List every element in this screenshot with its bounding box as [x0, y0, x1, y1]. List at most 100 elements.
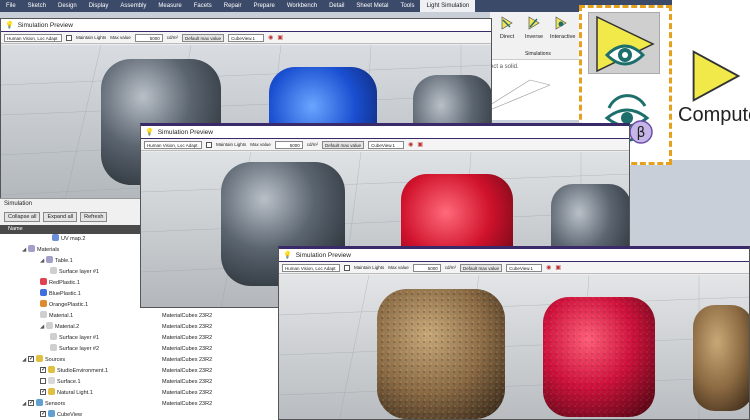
- menu-detail[interactable]: Detail: [323, 3, 350, 9]
- visibility-checkbox[interactable]: [40, 387, 46, 398]
- tree-item-label: Surface.1: [57, 379, 81, 385]
- inverse-label: Inverse: [524, 34, 544, 40]
- inverse-button[interactable]: Inverse: [523, 16, 545, 40]
- max-value-label: Max value: [110, 35, 131, 40]
- tree-item-label: Sources: [45, 357, 66, 363]
- tree-item-value: MaterialCubes 23R2: [162, 368, 213, 374]
- simulation-preview-window-3: 💡 Simulation Preview Human Vision, Loc Ad…: [278, 246, 750, 420]
- camera-icon[interactable]: ◉: [408, 141, 413, 148]
- tree-item-icon: [52, 234, 59, 242]
- tree-item-icon: [36, 355, 43, 363]
- tree-row[interactable]: ◢ Material.2 MaterialCubes 23R2: [0, 322, 280, 333]
- menu-facets[interactable]: Facets: [188, 3, 218, 9]
- tree-item-label: Surface layer #2: [59, 346, 100, 352]
- tree-item-label: UV map.2: [61, 236, 86, 242]
- tree-item-icon: [28, 245, 35, 253]
- tree-row[interactable]: Surface layer #2 MaterialCubes 23R2: [0, 344, 280, 355]
- tree-item-icon: [46, 322, 53, 330]
- menu-repair[interactable]: Repair: [218, 3, 248, 9]
- tree-item-value: MaterialCubes 23R2: [162, 335, 213, 341]
- tree-item-icon: [50, 344, 57, 352]
- default-max-button[interactable]: Default max value: [460, 263, 503, 272]
- mode-select[interactable]: Human Vision, Loc Adapt: [4, 33, 62, 42]
- max-value-input[interactable]: 5000: [134, 33, 163, 42]
- visibility-checkbox[interactable]: [40, 377, 46, 384]
- menu-assembly[interactable]: Assembly: [114, 3, 152, 9]
- tree-row[interactable]: Natural Light.1 MaterialCubes 23R2: [0, 387, 280, 399]
- inverse-simulation-icon: [528, 16, 540, 30]
- visibility-checkbox[interactable]: [40, 365, 46, 376]
- refresh-button[interactable]: Refresh: [80, 212, 108, 222]
- tree-item-value: MaterialCubes 23R2: [162, 379, 213, 385]
- view-select[interactable]: CubeView.1: [228, 33, 265, 42]
- camera-icon[interactable]: ◉: [546, 264, 551, 271]
- unit-label: cd/m²: [166, 35, 179, 40]
- save-icon[interactable]: ▣: [555, 264, 561, 271]
- save-icon[interactable]: ▣: [417, 141, 423, 148]
- max-value-input[interactable]: 5000: [274, 140, 303, 149]
- interactive-button[interactable]: Interactive: [550, 16, 575, 40]
- maintain-lights-checkbox[interactable]: [344, 264, 350, 271]
- maintain-lights-checkbox[interactable]: [66, 34, 72, 41]
- menu-sheet-metal[interactable]: Sheet Metal: [350, 3, 394, 9]
- tree-item-value: MaterialCubes 23R2: [162, 357, 213, 363]
- menu-display[interactable]: Display: [83, 3, 115, 9]
- tree-item-label: BluePlastic.1: [49, 291, 81, 297]
- view-select[interactable]: CubeView.1: [368, 140, 405, 149]
- tree-item-icon: [40, 289, 47, 297]
- default-max-button[interactable]: Default max value: [322, 140, 365, 149]
- maintain-lights-label: Maintain Lights: [76, 35, 107, 40]
- maintain-lights-checkbox[interactable]: [206, 141, 212, 148]
- camera-icon[interactable]: ◉: [268, 34, 273, 41]
- stone-cube-right: [693, 305, 749, 411]
- tree-item-icon: [48, 388, 55, 396]
- compute-triangle-icon[interactable]: [688, 48, 744, 104]
- menu-sketch[interactable]: Sketch: [22, 3, 52, 9]
- tree-row[interactable]: StudioEnvironment.1 MaterialCubes 23R2: [0, 365, 280, 377]
- mode-select[interactable]: Human Vision, Loc Adapt: [282, 263, 340, 272]
- window-title-bar[interactable]: 💡 Simulation Preview: [1, 19, 491, 32]
- tree-item-label: StudioEnvironment.1: [57, 368, 109, 374]
- tree-item-icon: [40, 311, 47, 319]
- menu-measure[interactable]: Measure: [152, 3, 187, 9]
- mode-select[interactable]: Human Vision, Loc Adapt: [144, 140, 202, 149]
- interactive-simulation-icon: [555, 16, 567, 30]
- save-icon[interactable]: ▣: [277, 34, 283, 41]
- collapse-all-button[interactable]: Collapse all: [4, 212, 41, 222]
- visibility-checkbox[interactable]: [28, 398, 34, 409]
- max-value-label: Max value: [388, 265, 409, 270]
- menu-workbench[interactable]: Workbench: [281, 3, 323, 9]
- max-value-input[interactable]: 5000: [412, 263, 441, 272]
- menu-prepare[interactable]: Prepare: [247, 3, 280, 9]
- tree-item-value: MaterialCubes 23R2: [162, 324, 213, 330]
- tree-item-label: CubeView: [57, 412, 82, 418]
- simulations-group-label: Simulations: [525, 51, 551, 57]
- unit-label: cd/m²: [306, 142, 319, 147]
- preview-toolbar: Human Vision, Loc Adapt Maintain Lights …: [1, 32, 491, 44]
- menu-file[interactable]: File: [0, 3, 22, 9]
- tree-row[interactable]: CubeView: [0, 409, 280, 420]
- tree-item-label: RedPlastic.1: [49, 280, 80, 286]
- window-title: Simulation Preview: [17, 21, 73, 29]
- visibility-checkbox[interactable]: [28, 354, 34, 365]
- tree-item-value: MaterialCubes 23R2: [162, 401, 213, 407]
- window-title-bar[interactable]: 💡 Simulation Preview: [141, 126, 629, 139]
- design-area: ect a solid.: [490, 60, 590, 120]
- menu-tools[interactable]: Tools: [394, 3, 420, 9]
- visibility-checkbox[interactable]: [40, 409, 46, 420]
- unit-label: cd/m²: [444, 265, 457, 270]
- tree-item-icon: [40, 278, 47, 286]
- direct-button[interactable]: Direct: [496, 16, 518, 40]
- tree-row[interactable]: Surface layer #1 MaterialCubes 23R2: [0, 333, 280, 344]
- interactive-highlight[interactable]: [588, 12, 660, 74]
- menu-design[interactable]: Design: [52, 3, 83, 9]
- render-viewport[interactable]: [279, 275, 750, 420]
- compute-label: Compute: [678, 104, 750, 126]
- expand-all-button[interactable]: Expand all: [43, 212, 78, 222]
- window-title-bar[interactable]: 💡 Simulation Preview: [279, 249, 749, 262]
- view-select[interactable]: CubeView.1: [506, 263, 543, 272]
- menu-light-simulation[interactable]: Light Simulation: [420, 0, 476, 12]
- tree-item-icon: [36, 399, 43, 407]
- default-max-button[interactable]: Default max value: [182, 33, 225, 42]
- tree-row[interactable]: Material.1 MaterialCubes 23R2: [0, 311, 280, 322]
